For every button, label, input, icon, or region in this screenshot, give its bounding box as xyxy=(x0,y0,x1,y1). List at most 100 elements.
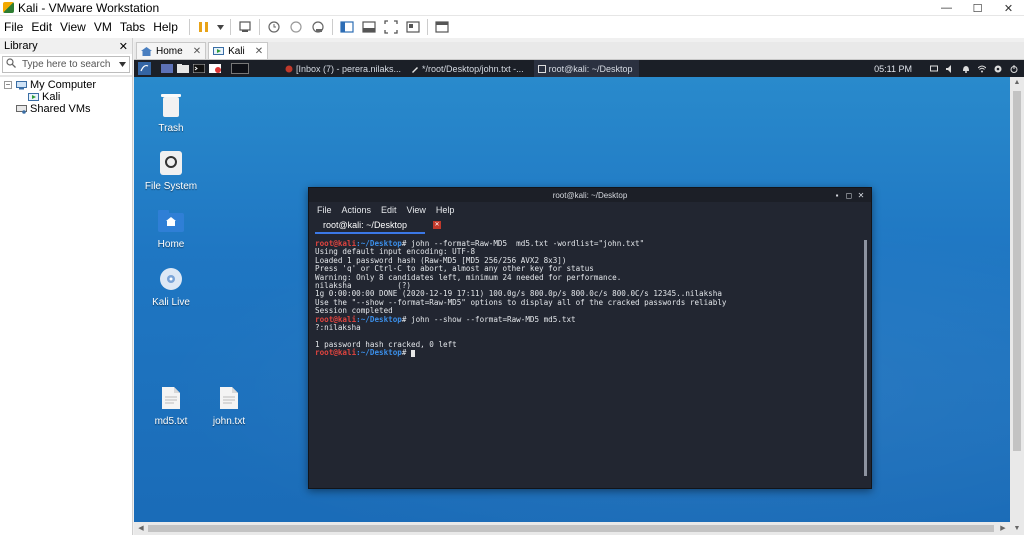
desktop-icon-kali-live[interactable]: Kali Live xyxy=(136,264,206,308)
terminal-menu-actions[interactable]: Actions xyxy=(342,205,372,215)
thumbnail-bar-icon[interactable] xyxy=(360,19,378,35)
snapshot-manager-icon[interactable] xyxy=(309,19,327,35)
toolbar-separator xyxy=(426,19,428,35)
terminal-launcher-icon[interactable] xyxy=(193,62,205,75)
close-window-button[interactable]: ✕ xyxy=(993,0,1024,16)
horizontal-scrollbar-thumb[interactable] xyxy=(148,525,994,532)
toolbar xyxy=(186,19,453,35)
menu-edit[interactable]: Edit xyxy=(27,20,56,34)
command-text: john --show --format=Raw-MD5 md5.txt xyxy=(406,314,576,324)
pause-icon[interactable] xyxy=(195,19,213,35)
tab-home[interactable]: Home ✕ xyxy=(136,42,207,59)
tab-kali[interactable]: Kali ✕ xyxy=(208,42,269,59)
desktop-icon-home-label: Home xyxy=(157,239,185,250)
desktop-icon-john-txt[interactable]: john.txt xyxy=(194,383,264,427)
vm-icon xyxy=(213,46,225,56)
console-view-icon[interactable] xyxy=(433,19,451,35)
send-ctrl-alt-del-icon[interactable] xyxy=(236,19,254,35)
terminal-output[interactable]: root@kali:~/Desktop# john --format=Raw-M… xyxy=(315,240,855,480)
terminal-menu-help[interactable]: Help xyxy=(436,205,455,215)
notification-bell-icon[interactable] xyxy=(962,65,970,73)
menu-vm[interactable]: VM xyxy=(90,20,116,34)
terminal-menu-view[interactable]: View xyxy=(407,205,426,215)
menu-file[interactable]: File xyxy=(0,20,27,34)
menu-help[interactable]: Help xyxy=(149,20,182,34)
library-tree: − My Computer Kali Shared VMs xyxy=(0,77,132,115)
tree-item-my-computer[interactable]: − My Computer xyxy=(4,79,132,91)
scroll-down-arrow-icon[interactable]: ▼ xyxy=(1010,523,1024,535)
guest-screen[interactable]: [Inbox (7) - perera.nilaks... */root/Des… xyxy=(134,60,1024,535)
library-header: Library ✕ xyxy=(0,38,132,54)
workspace-2-icon[interactable] xyxy=(231,62,249,75)
terminal-minimize-button[interactable]: ▪ xyxy=(831,191,843,200)
desktop-icon-home[interactable]: Home xyxy=(136,206,206,250)
taskbar-item-inbox[interactable]: [Inbox (7) - perera.nilaks... xyxy=(285,64,401,74)
terminal-output-line: ?:nilaksha xyxy=(315,322,855,332)
taskbar-item-editor[interactable]: */root/Desktop/john.txt -... xyxy=(411,64,524,74)
volume-icon[interactable] xyxy=(946,64,954,73)
display-icon[interactable] xyxy=(930,65,938,73)
workspace-1-icon[interactable] xyxy=(161,62,173,75)
dropdown-arrow-icon[interactable] xyxy=(217,19,225,35)
terminal-scrollbar[interactable] xyxy=(864,240,867,476)
maximize-button[interactable]: ☐ xyxy=(962,0,993,16)
terminal-maximize-button[interactable]: ◻ xyxy=(843,191,855,200)
tab-kali-close-icon[interactable]: ✕ xyxy=(255,46,263,57)
tree-label-kali: Kali xyxy=(42,91,61,103)
library-close-button[interactable]: ✕ xyxy=(119,40,128,53)
scroll-left-arrow-icon[interactable]: ◀ xyxy=(134,522,148,535)
terminal-close-button[interactable]: ✕ xyxy=(855,191,867,200)
settings-gear-icon[interactable] xyxy=(994,65,1002,73)
desktop-icon-file-system[interactable]: File System xyxy=(136,148,206,192)
network-icon[interactable] xyxy=(977,65,987,73)
browser-launcher-icon[interactable] xyxy=(209,62,221,75)
taskbar-item-terminal[interactable]: root@kali: ~/Desktop xyxy=(533,60,639,77)
kali-menu-icon[interactable] xyxy=(138,62,151,75)
horizontal-scrollbar[interactable]: ◀ ▶ xyxy=(134,522,1010,535)
library-search-input[interactable]: Type here to search xyxy=(2,56,130,73)
scroll-right-arrow-icon[interactable]: ▶ xyxy=(996,522,1010,535)
terminal-scrollbar-thumb[interactable] xyxy=(864,240,867,476)
menu-tabs[interactable]: Tabs xyxy=(116,20,149,34)
terminal-tab-close-icon[interactable]: ✕ xyxy=(433,221,441,229)
terminal-tab[interactable]: root@kali: ~/Desktop ✕ xyxy=(315,218,441,234)
terminal-titlebar[interactable]: root@kali: ~/Desktop ▪ ◻ ✕ xyxy=(309,188,871,202)
desktop-icon-md5-txt-label: md5.txt xyxy=(154,416,188,427)
vertical-scrollbar[interactable]: ▲ ▼ xyxy=(1010,77,1024,535)
terminal-menu-edit[interactable]: Edit xyxy=(381,205,397,215)
shared-vms-icon xyxy=(16,104,27,114)
clock[interactable]: 05:11 PM xyxy=(874,64,912,74)
power-icon[interactable] xyxy=(1010,64,1018,73)
tab-kali-label: Kali xyxy=(228,45,245,57)
kali-top-panel: [Inbox (7) - perera.nilaks... */root/Des… xyxy=(134,60,1024,77)
scroll-up-arrow-icon[interactable]: ▲ xyxy=(1010,77,1024,89)
full-screen-icon[interactable] xyxy=(382,19,400,35)
home-folder-icon xyxy=(156,206,186,236)
terminal-window[interactable]: root@kali: ~/Desktop ▪ ◻ ✕ File Actions … xyxy=(308,187,872,489)
collapse-icon[interactable]: − xyxy=(4,81,12,89)
vertical-scrollbar-thumb[interactable] xyxy=(1013,91,1021,451)
tree-item-kali[interactable]: Kali xyxy=(4,91,132,103)
unity-icon[interactable] xyxy=(404,19,422,35)
terminal-menu-file[interactable]: File xyxy=(317,205,332,215)
text-cursor xyxy=(411,349,416,357)
desktop-icon-trash-label: Trash xyxy=(158,123,184,134)
terminal-menubar: File Actions Edit View Help xyxy=(309,202,871,218)
search-dropdown-icon[interactable] xyxy=(119,59,126,70)
revert-snapshot-icon[interactable] xyxy=(287,19,305,35)
mail-app-icon xyxy=(285,65,293,73)
minimize-button[interactable]: — xyxy=(931,0,962,16)
desktop-icon-kali-live-label: Kali Live xyxy=(152,297,190,308)
desktop-icon-trash[interactable]: Trash xyxy=(136,90,206,134)
tab-home-label: Home xyxy=(156,45,183,57)
snapshot-icon[interactable] xyxy=(265,19,283,35)
output-text: ?:nilaksha xyxy=(315,322,361,332)
tree-label-my-computer: My Computer xyxy=(30,79,97,91)
file-manager-icon[interactable] xyxy=(177,62,189,75)
terminal-window-controls: ▪ ◻ ✕ xyxy=(831,188,867,202)
tab-home-close-icon[interactable]: ✕ xyxy=(193,46,201,57)
show-library-icon[interactable] xyxy=(338,19,356,35)
menu-view[interactable]: View xyxy=(56,20,90,34)
vm-icon xyxy=(28,92,39,102)
tree-item-shared-vms[interactable]: Shared VMs xyxy=(4,103,132,115)
